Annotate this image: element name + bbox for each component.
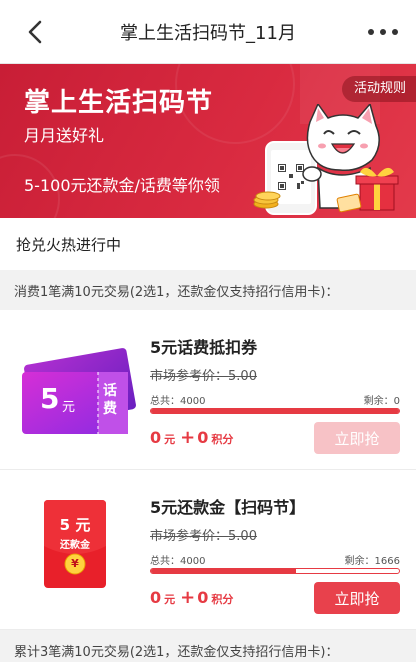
grab-now-button[interactable]: 立即抢 (314, 582, 400, 614)
section-header-1: 消费1笔满10元交易(2选1，还款金仅支持招行信用卡)： (0, 270, 416, 310)
grab-now-button[interactable]: 立即抢 (314, 422, 400, 454)
coupon-amount: 5 (40, 382, 60, 415)
reference-price: 市场参考价：5.00 (150, 529, 257, 544)
page-title: 掌上生活扫码节_11月 (120, 22, 296, 44)
product-name: 5元还款金【扫码节】 (150, 498, 306, 517)
product-card: 5 元 还款金 ¥ 5元还款金【扫码节】 市场参考价：5.00 总共：4000 … (0, 470, 416, 630)
red-packet-label: 还款金 (60, 540, 90, 551)
red-packet-amount: 5 元 (59, 516, 91, 534)
reference-price: 市场参考价：5.00 (150, 369, 257, 384)
progress-fill (151, 409, 399, 413)
back-arrow-icon[interactable] (22, 18, 50, 46)
yuan-icon: ¥ (71, 557, 79, 570)
remaining-count: 剩余：0 (363, 396, 400, 407)
status-text: 抢兑火热进行中 (0, 218, 416, 270)
nav-bar: 掌上生活扫码节_11月 (0, 0, 416, 64)
more-icon[interactable] (368, 22, 398, 42)
banner-subtitle: 月月送好礼 (24, 126, 105, 145)
section-header-2: 累计3笔满10元交易(2选1，还款金仅支持招行信用卡)： (0, 630, 416, 662)
phone-bill-coupon-image (22, 348, 136, 434)
stock-progress-bar (150, 568, 400, 574)
promo-banner: 掌上生活扫码节 月月送好礼 5-100元还款金/话费等你领 活动规则 (0, 64, 416, 218)
banner-title: 掌上生活扫码节 (24, 88, 214, 118)
total-count: 总共：4000 (150, 556, 206, 567)
exchange-price: 0 元 +0 积分 (150, 427, 234, 448)
activity-rules-button[interactable]: 活动规则 (341, 76, 416, 102)
exchange-price: 0 元 +0 积分 (150, 587, 234, 608)
cat-mascot-phone-illustration (253, 104, 399, 215)
total-count: 总共：4000 (150, 396, 206, 407)
banner-description: 5-100元还款金/话费等你领 (24, 176, 220, 195)
product-card: 5 元 话费 5元话费抵扣券 市场参考价：5.00 总共：4000 剩余：0 0… (0, 310, 416, 470)
coupon-label: 话费 (103, 383, 117, 417)
stock-progress-bar (150, 408, 400, 414)
progress-fill (151, 569, 296, 573)
coupon-unit: 元 (62, 400, 76, 415)
product-name: 5元话费抵扣券 (150, 338, 258, 357)
remaining-count: 剩余：1666 (344, 556, 400, 567)
